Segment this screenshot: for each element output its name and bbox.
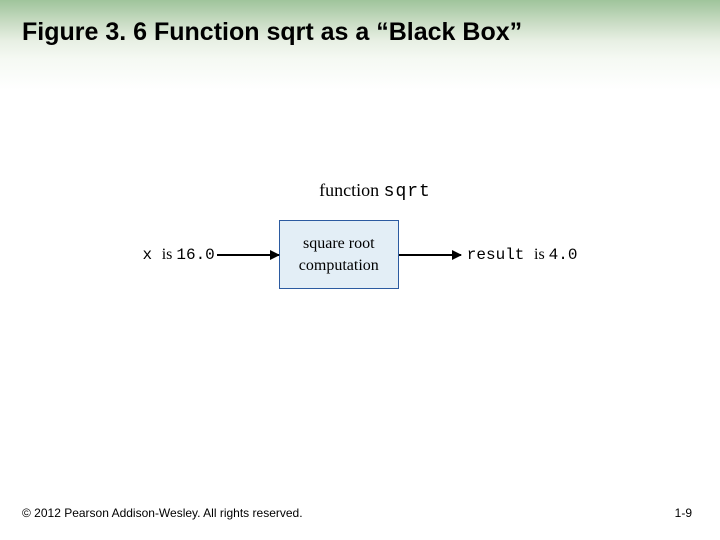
input-var: x — [143, 246, 162, 264]
output-value: 4.0 — [549, 246, 578, 264]
copyright-text: © 2012 Pearson Addison-Wesley. All right… — [22, 506, 303, 520]
input-text: x is 16.0 — [143, 246, 215, 264]
box-line2: computation — [298, 255, 380, 277]
arrow-icon — [217, 254, 279, 256]
arrow-icon — [399, 254, 461, 256]
function-label: function sqrt — [319, 180, 431, 202]
flow-row: x is 16.0 square root computation result… — [143, 220, 578, 289]
blackbox-diagram: function sqrt x is 16.0 square root comp… — [0, 180, 720, 289]
input-is: is — [162, 246, 177, 263]
output-var: result — [467, 246, 534, 264]
slide-title: Figure 3. 6 Function sqrt as a “Black Bo… — [22, 18, 522, 47]
output-text: result is 4.0 — [467, 246, 578, 264]
function-word: function — [319, 180, 379, 200]
input-value: 16.0 — [176, 246, 214, 264]
computation-box: square root computation — [279, 220, 399, 289]
page-number: 1-9 — [675, 506, 692, 520]
output-is: is — [534, 246, 549, 263]
function-name: sqrt — [384, 182, 431, 202]
box-line1: square root — [298, 233, 380, 255]
